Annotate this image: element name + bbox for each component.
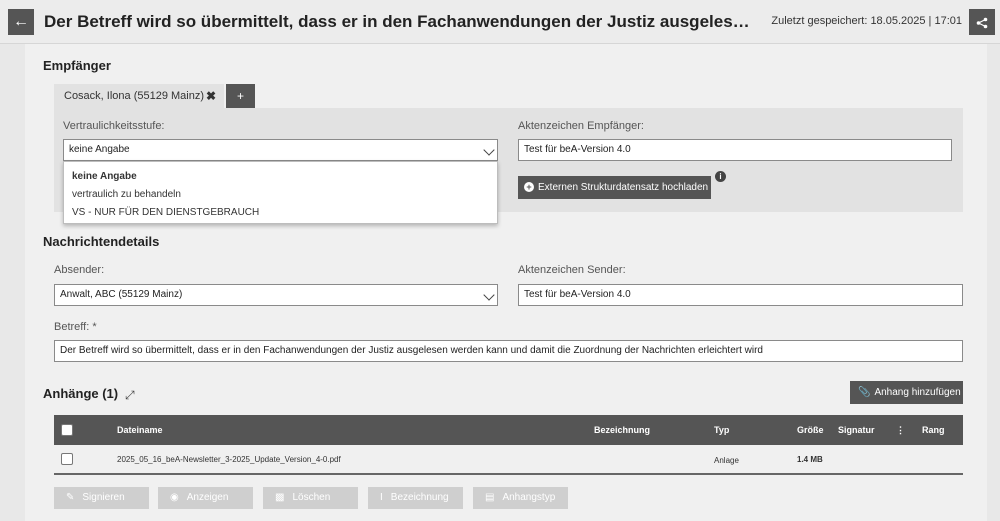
delete-button[interactable]: ▩ Löschen <box>263 487 358 509</box>
recipient-file-ref-label: Aktenzeichen Empfänger: <box>518 120 644 132</box>
arrow-left-icon: ← <box>13 13 29 30</box>
sender-file-ref-label: Aktenzeichen Sender: <box>518 264 626 276</box>
last-saved-text: Zuletzt gespeichert: 18.05.2025 | 17:01 <box>771 15 962 27</box>
info-icon[interactable]: i <box>715 171 726 182</box>
confidentiality-value: keine Angabe <box>69 144 130 155</box>
sign-button[interactable]: ✎ Signieren <box>54 487 149 509</box>
column-filename[interactable]: Dateiname <box>117 415 163 445</box>
recipient-tab-label: Cosack, Ilona (55129 Mainz) <box>64 90 205 102</box>
sender-select[interactable]: Anwalt, ABC (55129 Mainz) <box>54 284 498 306</box>
upload-structured-data-button[interactable]: + Externen Strukturdatensatz hochladen <box>518 176 711 199</box>
column-rank[interactable]: Rang <box>922 415 945 445</box>
row-size: 1.4 MB <box>797 455 823 464</box>
confidentiality-select[interactable]: keine Angabe <box>63 139 498 161</box>
attachments-table-header: Dateiname Bezeichnung Typ Größe Signatur… <box>54 415 963 445</box>
message-form: Empfänger Cosack, Ilona (55129 Mainz) ✖ … <box>25 44 987 521</box>
subject-label: Betreff: * <box>54 321 97 333</box>
row-type: Anlage <box>714 456 739 465</box>
pen-icon: ✎ <box>66 492 75 503</box>
row-checkbox[interactable] <box>61 453 73 465</box>
dropdown-option[interactable]: VS - NUR FÜR DEN DIENSTGEBRAUCH <box>64 204 497 222</box>
add-attachment-button[interactable]: 📎 Anhang hinzufügen <box>850 381 963 404</box>
expand-icon[interactable]: ⤢ <box>125 388 135 403</box>
add-recipient-button[interactable]: + <box>226 84 255 108</box>
column-size[interactable]: Größe <box>797 415 824 445</box>
sender-label: Absender: <box>54 264 105 276</box>
confidentiality-label: Vertraulichkeitsstufe: <box>63 120 165 132</box>
confidentiality-dropdown: keine Angabe vertraulich zu behandeln VS… <box>63 161 498 224</box>
share-icon <box>976 17 988 28</box>
rename-label: Bezeichnung <box>390 492 449 503</box>
recipients-title: Empfänger <box>43 58 111 73</box>
dropdown-option[interactable]: keine Angabe <box>64 168 497 186</box>
share-button[interactable] <box>969 9 995 35</box>
row-filename[interactable]: 2025_05_16_beA-Newsletter_3-2025_Update_… <box>117 445 341 475</box>
rename-button[interactable]: I Bezeichnung <box>368 487 463 509</box>
dropdown-option[interactable]: vertraulich zu behandeln <box>64 186 497 204</box>
close-icon[interactable]: ✖ <box>206 84 216 108</box>
table-row[interactable]: 2025_05_16_beA-Newsletter_3-2025_Update_… <box>54 445 963 475</box>
eye-icon: ◉ <box>170 492 179 503</box>
sender-file-ref-input[interactable]: Test für beA-Version 4.0 <box>518 284 963 306</box>
select-all-checkbox[interactable] <box>61 424 73 436</box>
plus-circle-icon: + <box>524 182 534 193</box>
chevron-down-icon <box>483 289 495 301</box>
paperclip-icon: 📎 <box>858 387 871 398</box>
chevron-down-icon <box>483 144 495 156</box>
column-label[interactable]: Bezeichnung <box>594 415 650 445</box>
column-menu-icon[interactable]: ⋮ <box>896 415 905 445</box>
add-attachment-label: Anhang hinzufügen <box>874 387 961 398</box>
upload-structured-data-label: Externen Strukturdatensatz hochladen <box>538 182 709 193</box>
show-button[interactable]: ◉ Anzeigen <box>158 487 253 509</box>
show-label: Anzeigen <box>186 492 229 503</box>
delete-label: Löschen <box>292 492 331 503</box>
attachment-type-button[interactable]: ▤ Anhangstyp <box>473 487 568 509</box>
sign-label: Signieren <box>82 492 125 503</box>
column-signature[interactable]: Signatur <box>838 415 875 445</box>
trash-icon: ▩ <box>275 492 285 503</box>
subject-input[interactable]: Der Betreff wird so übermittelt, dass er… <box>54 340 963 362</box>
text-cursor-icon: I <box>380 492 383 503</box>
document-icon: ▤ <box>485 492 495 503</box>
sender-value: Anwalt, ABC (55129 Mainz) <box>60 289 183 300</box>
page-title: Der Betreff wird so übermittelt, dass er… <box>44 12 759 31</box>
attachment-type-label: Anhangstyp <box>502 492 556 503</box>
details-title: Nachrichtendetails <box>43 234 160 249</box>
recipient-file-ref-input[interactable]: Test für beA-Version 4.0 <box>518 139 952 161</box>
column-type[interactable]: Typ <box>714 415 729 445</box>
back-button[interactable]: ← <box>8 9 34 35</box>
attachments-title: Anhänge (1) <box>43 386 119 401</box>
header-bar: ← Der Betreff wird so übermittelt, dass … <box>0 0 1000 44</box>
recipient-tab[interactable]: Cosack, Ilona (55129 Mainz) ✖ <box>54 84 224 108</box>
